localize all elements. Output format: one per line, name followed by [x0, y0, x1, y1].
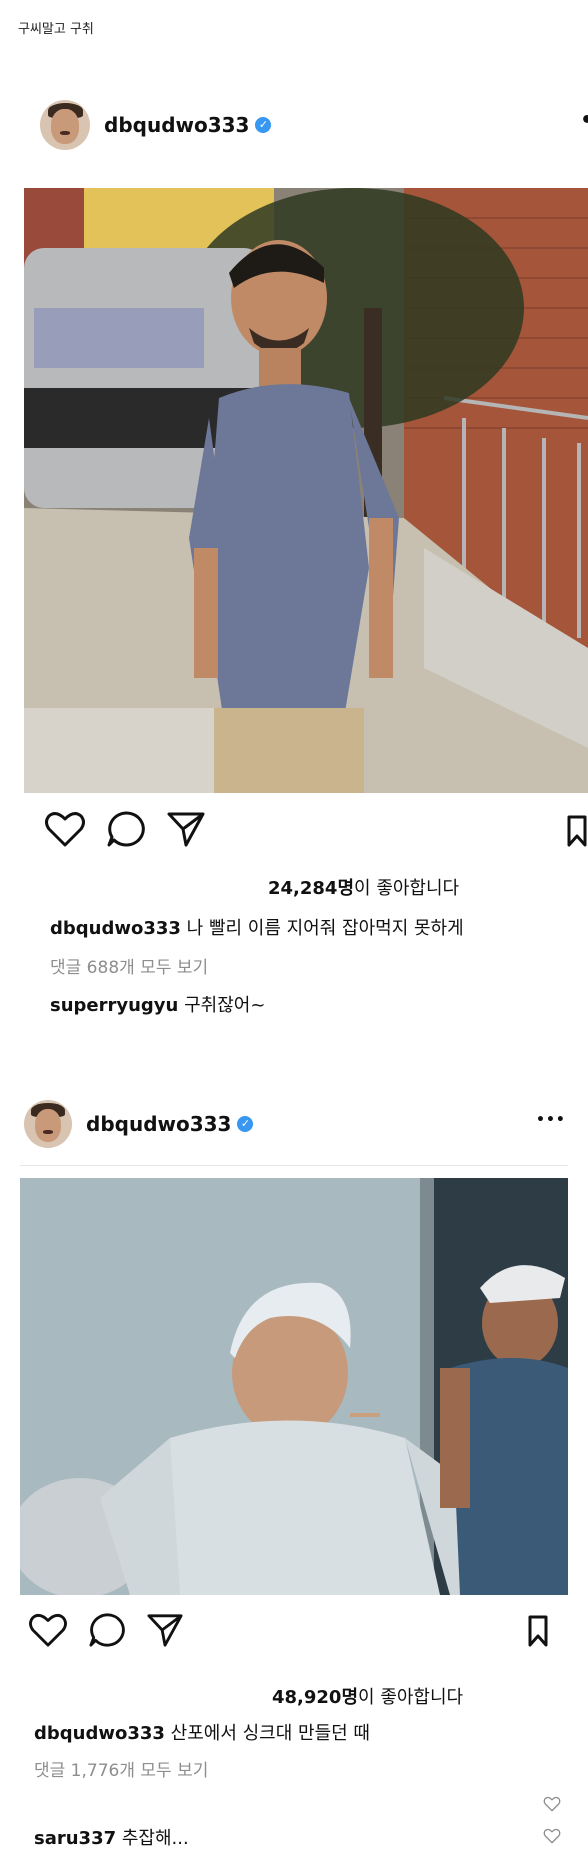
caption-username[interactable]: dbqudwo333	[34, 1723, 165, 1744]
avatar[interactable]	[40, 100, 90, 150]
comment: saru337 추잡해...	[34, 1824, 189, 1850]
post-header: dbqudwo333 ✓	[24, 1100, 254, 1148]
likes-suffix: 이 좋아합니다	[354, 878, 460, 899]
post-photo[interactable]	[20, 1178, 568, 1595]
comment-icon[interactable]	[106, 810, 146, 848]
caption-text: 나 빨리 이름 지어줘 잡아먹지 못하게	[186, 918, 464, 939]
comment-username[interactable]: saru337	[34, 1828, 116, 1849]
likes-count[interactable]: 48,920명이 좋아합니다	[272, 1683, 463, 1709]
photo-illustration	[24, 188, 588, 793]
comment-like-heart-icon[interactable]	[543, 1828, 561, 1848]
more-icon[interactable]: •••	[536, 1112, 566, 1128]
comment-text: 구취잖어~	[184, 995, 266, 1016]
heart-icon[interactable]	[44, 810, 86, 848]
username[interactable]: dbqudwo333	[86, 1112, 231, 1136]
view-comments-link[interactable]: 댓글 1,776개 모두 보기	[34, 1756, 208, 1781]
post-header: dbqudwo333 ✓	[40, 100, 272, 150]
heart-icon[interactable]	[28, 1612, 68, 1648]
comment-username[interactable]: superryugyu	[50, 995, 178, 1016]
username[interactable]: dbqudwo333	[104, 113, 249, 137]
bookmark-icon[interactable]	[524, 1614, 552, 1652]
avatar[interactable]	[24, 1100, 72, 1148]
caption: dbqudwo333 산포에서 싱크대 만들던 때	[34, 1719, 370, 1745]
caption-text: 산포에서 싱크대 만들던 때	[170, 1723, 370, 1744]
comment-text: 추잡해...	[121, 1828, 189, 1849]
verified-badge-icon: ✓	[255, 117, 272, 133]
likes-suffix: 이 좋아합니다	[358, 1687, 464, 1708]
share-icon[interactable]	[146, 1612, 184, 1648]
caption-username[interactable]: dbqudwo333	[50, 918, 181, 939]
photo-illustration	[20, 1178, 568, 1595]
bookmark-icon[interactable]	[566, 814, 588, 852]
share-icon[interactable]	[166, 810, 206, 848]
comment-like-heart-icon[interactable]	[543, 1796, 561, 1816]
view-comments-link[interactable]: 댓글 688개 모두 보기	[50, 953, 208, 978]
verified-badge-icon: ✓	[237, 1116, 254, 1132]
comment-icon[interactable]	[88, 1612, 126, 1648]
page-caption: 구씨말고 구취	[18, 22, 94, 37]
post-actions	[44, 810, 206, 848]
divider	[20, 1165, 568, 1166]
post-photo[interactable]	[24, 188, 588, 793]
caption: dbqudwo333 나 빨리 이름 지어줘 잡아먹지 못하게	[50, 914, 464, 940]
likes-count[interactable]: 24,284명이 좋아합니다	[268, 874, 459, 900]
more-icon[interactable]: •	[580, 108, 588, 133]
post-actions	[28, 1612, 184, 1648]
comment: superryugyu 구취잖어~	[50, 991, 265, 1017]
